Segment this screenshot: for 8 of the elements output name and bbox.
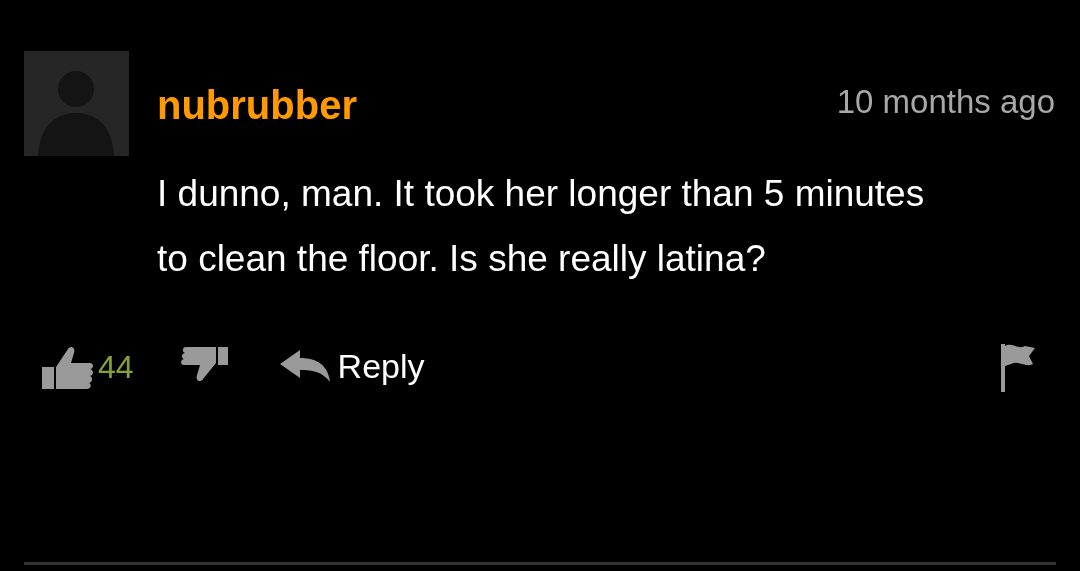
timestamp: 10 months ago xyxy=(836,84,1055,118)
username[interactable]: nubrubber xyxy=(157,85,357,125)
reply-arrow-icon[interactable] xyxy=(279,349,330,384)
avatar-icon xyxy=(24,51,129,156)
like-count: 44 xyxy=(98,347,134,387)
flag-icon[interactable] xyxy=(999,341,1035,392)
comment-text: I dunno, man. It took her longer than 5 minutes to clean the floor. Is she really latina? xyxy=(157,172,926,281)
reply-button[interactable]: Reply xyxy=(337,341,425,392)
